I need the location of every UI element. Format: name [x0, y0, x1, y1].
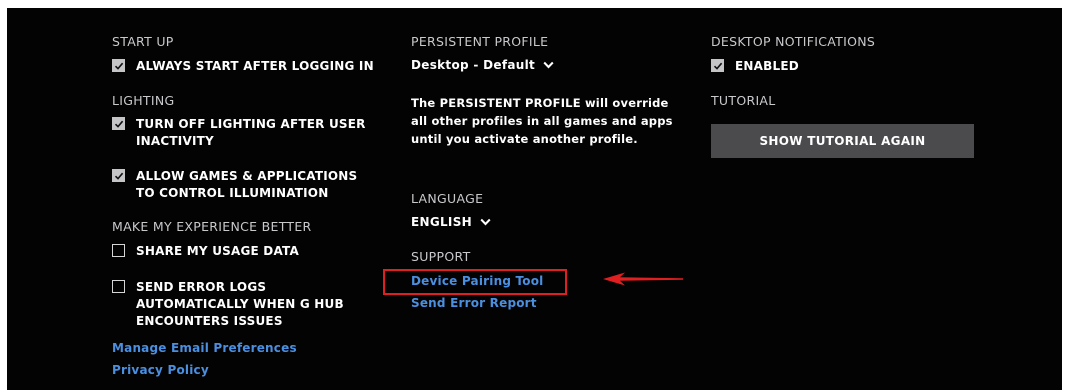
startup-heading: START UP — [112, 34, 174, 49]
allow-games-illumination-checkbox[interactable] — [112, 169, 125, 182]
allow-games-illumination-option[interactable]: ALLOW GAMES & APPLICATIONS TO CONTROL IL… — [112, 168, 372, 202]
language-value: ENGLISH — [411, 215, 472, 229]
lighting-heading: LIGHTING — [112, 93, 175, 108]
language-dropdown[interactable]: ENGLISH — [411, 215, 491, 229]
settings-panel: START UP ALWAYS START AFTER LOGGING IN L… — [7, 8, 1062, 390]
notifications-enabled-label: ENABLED — [735, 59, 799, 73]
persistent-profile-value: Desktop - Default — [411, 58, 536, 72]
red-arrow-icon — [603, 272, 683, 286]
share-usage-checkbox[interactable] — [112, 244, 125, 257]
desktop-notifications-heading: DESKTOP NOTIFICATIONS — [711, 34, 876, 49]
support-heading: SUPPORT — [411, 249, 471, 264]
send-error-logs-label: SEND ERROR LOGS AUTOMATICALLY WHEN G HUB… — [136, 280, 344, 328]
persistent-profile-description: The PERSISTENT PROFILE will override all… — [411, 96, 673, 146]
checkmark-icon — [114, 172, 123, 180]
share-usage-option[interactable]: SHARE MY USAGE DATA — [112, 243, 299, 260]
persistent-profile-heading: PERSISTENT PROFILE — [411, 34, 549, 49]
show-tutorial-button[interactable]: SHOW TUTORIAL AGAIN — [711, 124, 974, 158]
experience-heading: MAKE MY EXPERIENCE BETTER — [112, 219, 312, 234]
checkmark-icon — [713, 62, 722, 70]
highlight-box — [383, 269, 567, 295]
manage-email-preferences-link[interactable]: Manage Email Preferences — [112, 341, 297, 355]
checkmark-icon — [114, 120, 123, 128]
chevron-down-icon — [480, 218, 491, 226]
lighting-inactivity-option[interactable]: TURN OFF LIGHTING AFTER USER INACTIVITY — [112, 116, 372, 150]
send-error-report-link[interactable]: Send Error Report — [411, 296, 537, 310]
notifications-enabled-checkbox[interactable] — [711, 59, 724, 72]
lighting-inactivity-checkbox[interactable] — [112, 117, 125, 130]
always-start-label: ALWAYS START AFTER LOGGING IN — [136, 59, 374, 73]
always-start-checkbox[interactable] — [112, 59, 125, 72]
always-start-option[interactable]: ALWAYS START AFTER LOGGING IN — [112, 58, 374, 75]
send-error-logs-option[interactable]: SEND ERROR LOGS AUTOMATICALLY WHEN G HUB… — [112, 279, 372, 330]
privacy-policy-link[interactable]: Privacy Policy — [112, 363, 209, 377]
share-usage-label: SHARE MY USAGE DATA — [136, 244, 299, 258]
persistent-profile-dropdown[interactable]: Desktop - Default — [411, 58, 554, 72]
notifications-enabled-option[interactable]: ENABLED — [711, 58, 799, 75]
tutorial-heading: TUTORIAL — [711, 93, 776, 108]
chevron-down-icon — [543, 61, 554, 69]
checkmark-icon — [114, 62, 123, 70]
send-error-logs-checkbox[interactable] — [112, 280, 125, 293]
lighting-inactivity-label: TURN OFF LIGHTING AFTER USER INACTIVITY — [136, 117, 366, 148]
allow-games-illumination-label: ALLOW GAMES & APPLICATIONS TO CONTROL IL… — [136, 169, 358, 200]
language-heading: LANGUAGE — [411, 191, 484, 206]
